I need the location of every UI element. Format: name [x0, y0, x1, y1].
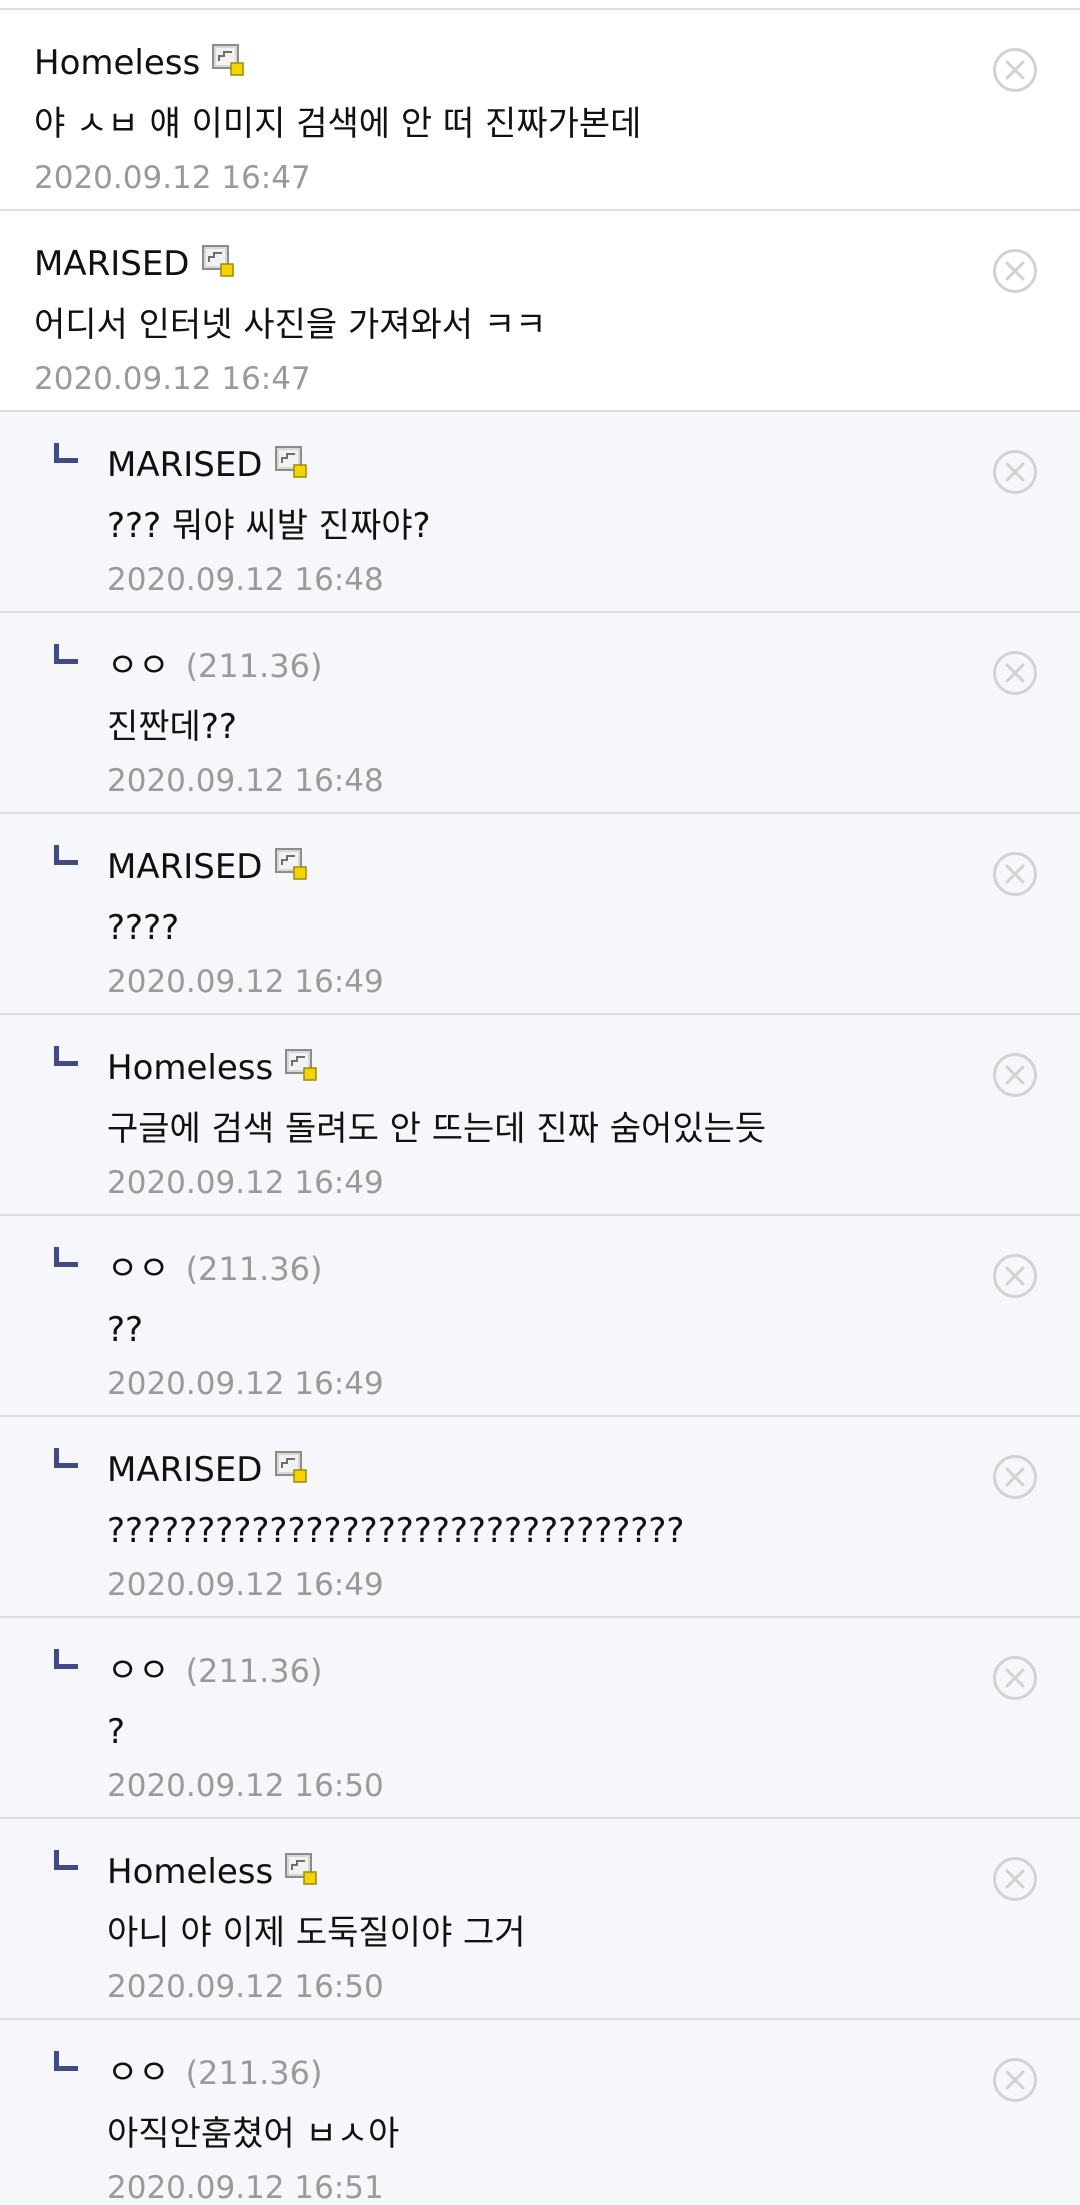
comment-nickname[interactable]: Homeless	[107, 1043, 273, 1093]
reply-comment: Homeless 구글에 검색 돌려도 안 뜨는데 진짜 숨어있는듯 2020.09…	[0, 1015, 1080, 1216]
close-circle-icon[interactable]	[992, 248, 1038, 294]
close-circle-icon[interactable]	[992, 851, 1038, 897]
comment-date: 2020.09.12 16:50	[107, 1768, 384, 1804]
comment-text: 어디서 인터넷 사진을 가져와서 ㅋㅋ	[34, 305, 547, 345]
comment-header: ㅇㅇ (211.36)	[107, 1646, 323, 1696]
comment-date: 2020.09.12 16:50	[107, 1969, 384, 2005]
comment-nickname[interactable]: MARISED	[107, 842, 263, 892]
comment-header: Homeless	[107, 1847, 319, 1897]
reply-comment: ㅇㅇ (211.36)?? 2020.09.12 16:49	[0, 1216, 1080, 1417]
comment-nickname[interactable]: ㅇㅇ	[107, 1646, 170, 1696]
comment-header: MARISED	[34, 239, 236, 289]
comment-date: 2020.09.12 16:47	[34, 160, 311, 196]
reply-comment: MARISED???????????????????????????????? 2…	[0, 1417, 1080, 1618]
reply-comment: Homeless 아니 야 이제 도둑질이야 그거 2020.09.12 16:50	[0, 1819, 1080, 2020]
close-circle-icon[interactable]	[992, 1655, 1038, 1701]
close-circle-icon[interactable]	[992, 1856, 1038, 1902]
comment-header: Homeless	[107, 1043, 319, 1093]
top-divider	[0, 0, 1080, 10]
comment-header: MARISED	[107, 842, 309, 892]
gallery-manager-icon	[212, 44, 244, 76]
comment-header: MARISED	[107, 1445, 309, 1495]
reply-arrow-icon	[54, 1850, 78, 1870]
comment-text: 구글에 검색 돌려도 안 뜨는데 진짜 숨어있는듯	[107, 1109, 767, 1149]
reply-arrow-icon	[54, 1247, 78, 1267]
comment-date: 2020.09.12 16:49	[107, 1567, 384, 1603]
close-circle-icon[interactable]	[992, 1454, 1038, 1500]
close-circle-icon[interactable]	[992, 47, 1038, 93]
comment: Homeless 야 ㅅㅂ 얘 이미지 검색에 안 떠 진짜가본데 2020.09.…	[0, 10, 1080, 211]
gallery-manager-icon	[285, 1853, 317, 1885]
comment-nickname[interactable]: MARISED	[107, 440, 263, 490]
comment-date: 2020.09.12 16:49	[107, 964, 384, 1000]
reply-comment: ㅇㅇ (211.36) 아직안훔쳤어 ㅂㅅ아 2020.09.12 16:51	[0, 2020, 1080, 2205]
reply-arrow-icon	[54, 1448, 78, 1468]
comment-text: 아니 야 이제 도둑질이야 그거	[107, 1913, 526, 1953]
comment-nickname[interactable]: MARISED	[107, 1445, 263, 1495]
comment-nickname[interactable]: Homeless	[107, 1847, 273, 1897]
close-circle-icon[interactable]	[992, 1253, 1038, 1299]
reply-arrow-icon	[54, 845, 78, 865]
comment-text: 야 ㅅㅂ 얘 이미지 검색에 안 떠 진짜가본데	[34, 104, 642, 144]
comment-text: ????????????????????????????????	[107, 1511, 685, 1551]
comment-text: ?	[107, 1712, 126, 1752]
comment-nickname[interactable]: ㅇㅇ	[107, 641, 170, 691]
gallery-manager-icon	[201, 245, 234, 277]
reply-arrow-icon	[54, 1046, 78, 1066]
close-circle-icon[interactable]	[992, 1052, 1038, 1098]
comment-ip: (211.36)	[185, 647, 323, 685]
comment-header: ㅇㅇ (211.36)	[107, 1244, 323, 1294]
comment-list: Homeless 야 ㅅㅂ 얘 이미지 검색에 안 떠 진짜가본데 2020.09.…	[0, 10, 1080, 2205]
comment-nickname[interactable]: Homeless	[34, 38, 200, 88]
comment-header: ㅇㅇ (211.36)	[107, 641, 323, 691]
comment-header: MARISED	[107, 440, 309, 490]
comment-date: 2020.09.12 16:49	[107, 1165, 384, 1201]
gallery-manager-icon	[274, 446, 307, 478]
reply-comment: ㅇㅇ (211.36)? 2020.09.12 16:50	[0, 1618, 1080, 1819]
comment-date: 2020.09.12 16:48	[107, 763, 384, 799]
reply-comment: MARISED???? 2020.09.12 16:49	[0, 814, 1080, 1015]
comment: MARISED 어디서 인터넷 사진을 가져와서 ㅋㅋ 2020.09.12 16:…	[0, 211, 1080, 412]
reply-arrow-icon	[54, 2051, 78, 2071]
comment-header: ㅇㅇ (211.36)	[107, 2048, 323, 2098]
comment-text: ??? 뭐야 씨발 진짜야?	[107, 506, 431, 546]
gallery-manager-icon	[285, 1049, 317, 1081]
comment-date: 2020.09.12 16:51	[107, 2170, 384, 2205]
reply-comment: ㅇㅇ (211.36) 진짠데?? 2020.09.12 16:48	[0, 613, 1080, 814]
gallery-manager-icon	[274, 1451, 307, 1483]
comment-date: 2020.09.12 16:48	[107, 562, 384, 598]
comment-ip: (211.36)	[185, 1652, 323, 1690]
close-circle-icon[interactable]	[992, 2057, 1038, 2103]
comment-text: ??	[107, 1310, 144, 1350]
reply-arrow-icon	[54, 1649, 78, 1669]
reply-comment: MARISED ??? 뭐야 씨발 진짜야? 2020.09.12 16:48	[0, 412, 1080, 613]
comment-text: 진짠데??	[107, 707, 237, 747]
close-circle-icon[interactable]	[992, 650, 1038, 696]
reply-arrow-icon	[54, 644, 78, 664]
comment-nickname[interactable]: MARISED	[34, 239, 190, 289]
comment-date: 2020.09.12 16:49	[107, 1366, 384, 1402]
comment-nickname[interactable]: ㅇㅇ	[107, 1244, 170, 1294]
close-circle-icon[interactable]	[992, 449, 1038, 495]
comment-ip: (211.36)	[185, 2054, 323, 2092]
comment-date: 2020.09.12 16:47	[34, 361, 311, 397]
comment-ip: (211.36)	[185, 1250, 323, 1288]
gallery-manager-icon	[274, 848, 307, 880]
reply-arrow-icon	[54, 443, 78, 463]
comment-text: 아직안훔쳤어 ㅂㅅ아	[107, 2114, 400, 2154]
comment-nickname[interactable]: ㅇㅇ	[107, 2048, 170, 2098]
comment-header: Homeless	[34, 38, 246, 88]
comment-text: ????	[107, 908, 180, 948]
